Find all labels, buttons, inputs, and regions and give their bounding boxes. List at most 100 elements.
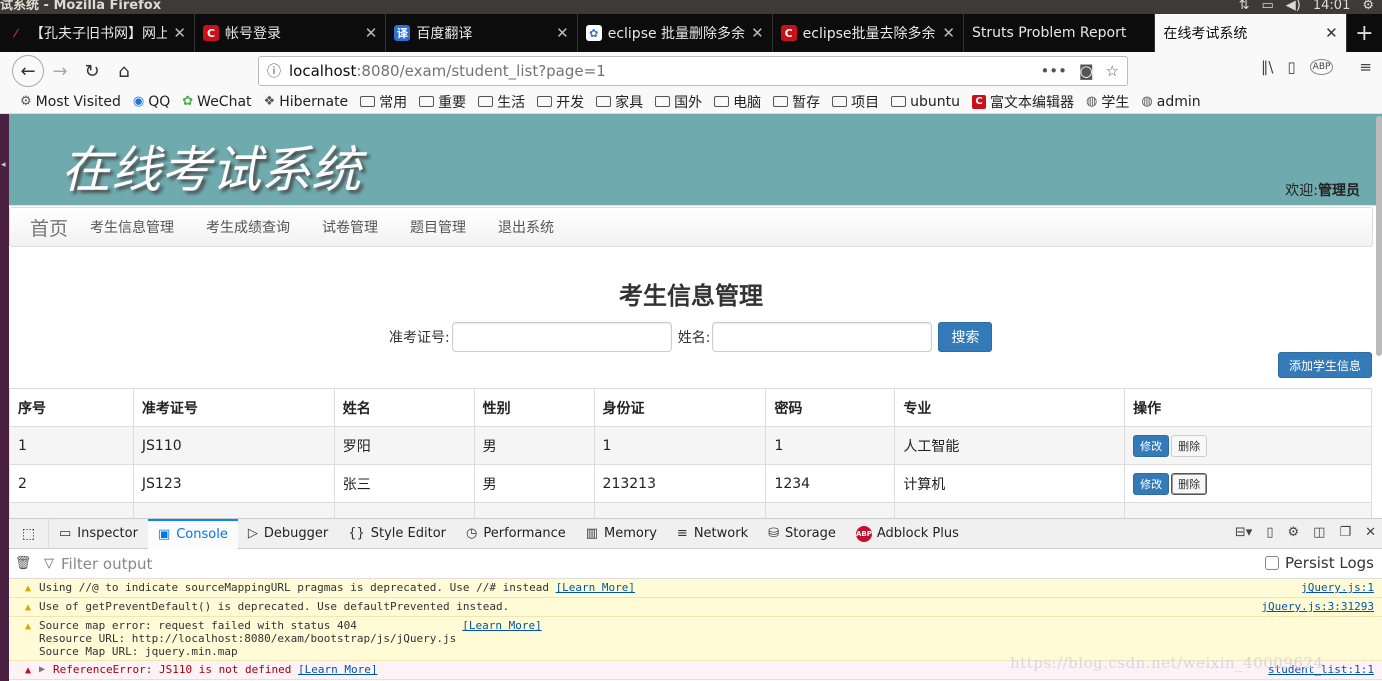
clock[interactable]: 14:01 xyxy=(1313,0,1350,12)
transfer-icon[interactable]: ⇅ xyxy=(1239,0,1250,12)
tab-account-login[interactable]: C 帐号登录 ✕ xyxy=(195,14,387,52)
menu-item-student-info[interactable]: 考生信息管理 xyxy=(90,217,174,237)
hamburger-menu-icon[interactable]: ≡ xyxy=(1359,58,1372,76)
devtools-tab-network[interactable]: ≡ Network xyxy=(667,519,758,549)
bookmark-item[interactable]: ubuntu xyxy=(891,94,960,110)
devtools-tab-adblock[interactable]: ABP Adblock Plus xyxy=(846,519,969,549)
devtools-tab-memory[interactable]: ▥ Memory xyxy=(576,519,667,549)
name-input[interactable] xyxy=(712,322,933,352)
bookmark-item[interactable]: C 富文本编辑器 xyxy=(972,92,1074,112)
home-button[interactable]: ⌂ xyxy=(108,55,140,87)
bookmark-item[interactable]: 开发 xyxy=(537,92,584,112)
settings-gear-icon[interactable]: ⚙ xyxy=(1362,0,1374,12)
responsive-mode-icon[interactable]: ▯ xyxy=(1266,525,1273,540)
element-picker-icon[interactable]: ⬚ xyxy=(9,518,49,549)
sidebar-icon[interactable]: ▯ xyxy=(1287,58,1295,76)
close-icon[interactable]: ✕ xyxy=(942,24,955,42)
bookmark-item[interactable]: 电脑 xyxy=(714,92,761,112)
close-icon[interactable]: ✕ xyxy=(1325,24,1338,42)
menu-item-logout[interactable]: 退出系统 xyxy=(498,217,554,237)
devtools-tab-inspector[interactable]: ▭ Inspector xyxy=(49,519,148,549)
learn-more-link[interactable]: [Learn More] xyxy=(298,663,377,676)
tab-baidu-translate[interactable]: 译 百度翻译 ✕ xyxy=(386,14,578,52)
persist-logs-toggle[interactable]: Persist Logs xyxy=(1265,554,1374,572)
back-button[interactable]: ← xyxy=(12,55,44,87)
edit-button[interactable]: 修改 xyxy=(1133,472,1170,495)
new-tab-button[interactable]: + xyxy=(1347,14,1382,52)
devtools-toolbar: ⬚ ▭ Inspector ▣ Console ▷ Debugger {} Style … xyxy=(9,518,1382,549)
devtools-tab-console[interactable]: ▣ Console xyxy=(147,518,238,549)
library-icon[interactable]: ∥\ xyxy=(1261,58,1274,76)
tab-kongfuzi[interactable]: ⁄ 【孔夫子旧书网】网上 ✕ xyxy=(0,14,195,52)
tab-exam-system[interactable]: 在线考试系统 ✕ xyxy=(1155,14,1347,52)
devtools-tab-performance[interactable]: ◷ Performance xyxy=(456,519,576,549)
chevron-left-icon[interactable]: ◂ xyxy=(1,160,6,170)
bookmark-item[interactable]: 重要 xyxy=(419,92,466,112)
url-host: localhost xyxy=(289,62,357,80)
url-bar[interactable]: ⓘ localhost:8080/exam/student_list?page=… xyxy=(258,56,1128,86)
close-icon[interactable]: ✕ xyxy=(1365,525,1376,540)
exam-id-input[interactable] xyxy=(451,322,672,352)
bookmark-item[interactable]: ✿ WeChat xyxy=(182,94,251,110)
close-icon[interactable]: ✕ xyxy=(556,24,569,42)
forward-button[interactable]: → xyxy=(44,55,76,87)
devtools-tab-style-editor[interactable]: {} Style Editor xyxy=(338,519,456,549)
bookmark-item[interactable]: 生活 xyxy=(478,92,525,112)
bookmark-item[interactable]: 常用 xyxy=(360,92,407,112)
undock-icon[interactable]: ❐ xyxy=(1339,525,1351,540)
page-scrollbar[interactable] xyxy=(1376,116,1382,356)
student-table: 序号 准考证号 姓名 性别 身份证 密码 专业 操作 1 JS110 罗阳 男 … xyxy=(9,388,1372,518)
devtools-tab-storage[interactable]: ⛁ Storage xyxy=(758,519,846,549)
trash-icon[interactable]: 🗑 xyxy=(9,556,37,571)
filter-input[interactable]: Filter output xyxy=(61,555,152,573)
persist-logs-checkbox[interactable] xyxy=(1265,556,1280,570)
adblock-icon[interactable]: ABP xyxy=(1309,59,1334,75)
delete-button[interactable]: 删除 xyxy=(1171,472,1208,495)
info-icon[interactable]: ⓘ xyxy=(259,61,289,81)
frame-select-icon[interactable]: ⊟▾ xyxy=(1235,525,1252,540)
menu-item-paper-manage[interactable]: 试卷管理 xyxy=(322,217,378,237)
bookmark-item[interactable]: 家具 xyxy=(596,92,643,112)
bookmarks-toolbar: ⚙ Most Visited ◉ QQ ✿ WeChat ❖ Hibernate 常用 重要 生活 开… xyxy=(0,90,1382,114)
tab-struts-problem[interactable]: Struts Problem Report xyxy=(964,14,1156,52)
dock-side-icon[interactable]: ◫ xyxy=(1313,525,1325,540)
page-actions-icon[interactable]: ••• xyxy=(1040,62,1067,80)
learn-more-link[interactable]: [Learn More] xyxy=(556,581,635,594)
menu-item-score-query[interactable]: 考生成绩查询 xyxy=(206,217,290,237)
bookmark-item[interactable]: ◍ 学生 xyxy=(1086,92,1129,112)
edit-button[interactable]: 修改 xyxy=(1133,434,1170,457)
tab-eclipse-remove[interactable]: C eclipse批量去除多余 ✕ xyxy=(773,14,964,52)
bookmark-star-icon[interactable]: ☆ xyxy=(1106,62,1119,80)
settings-gear-icon[interactable]: ⚙ xyxy=(1287,525,1299,540)
input-method-icon[interactable]: ▭ xyxy=(1262,0,1274,12)
search-button[interactable]: 搜索 xyxy=(938,322,993,352)
bookmark-item[interactable]: ◉ QQ xyxy=(133,94,170,110)
delete-button[interactable]: 删除 xyxy=(1171,434,1208,457)
cell-gender: 男 xyxy=(473,464,595,503)
cell-major: 人工智能 xyxy=(894,426,1126,465)
bookmark-item[interactable]: ❖ Hibernate xyxy=(264,94,349,110)
close-icon[interactable]: ✕ xyxy=(173,24,186,42)
add-student-button[interactable]: 添加学生信息 xyxy=(1278,352,1373,378)
message-source[interactable]: jQuery.js:3:31293 xyxy=(1261,600,1374,613)
message-source[interactable]: jQuery.js:1 xyxy=(1301,581,1374,594)
menu-brand-home[interactable]: 首页 xyxy=(30,214,68,241)
bookmark-item[interactable]: ◍ admin xyxy=(1141,94,1200,110)
bookmark-item[interactable]: 暂存 xyxy=(773,92,820,112)
pocket-icon[interactable]: ◙ xyxy=(1079,62,1094,80)
close-icon[interactable]: ✕ xyxy=(751,24,764,42)
expand-arrow-icon[interactable]: ▶ xyxy=(39,663,45,676)
devtools-tab-debugger[interactable]: ▷ Debugger xyxy=(238,519,338,549)
bookmark-item[interactable]: 国外 xyxy=(655,92,702,112)
learn-more-link[interactable]: [Learn More] xyxy=(462,619,541,658)
table-row xyxy=(9,502,1372,518)
bookmark-label: QQ xyxy=(148,93,171,110)
bookmark-label: 电脑 xyxy=(733,94,762,111)
tab-eclipse-delete[interactable]: ✿ eclipse 批量删除多余 ✕ xyxy=(578,14,773,52)
volume-icon[interactable]: ◀) xyxy=(1286,0,1301,12)
close-icon[interactable]: ✕ xyxy=(365,24,378,42)
bookmark-item[interactable]: 项目 xyxy=(832,92,879,112)
menu-item-question-manage[interactable]: 题目管理 xyxy=(410,217,466,237)
reload-button[interactable]: ↻ xyxy=(76,55,108,87)
bookmark-item[interactable]: ⚙ Most Visited xyxy=(20,94,121,110)
